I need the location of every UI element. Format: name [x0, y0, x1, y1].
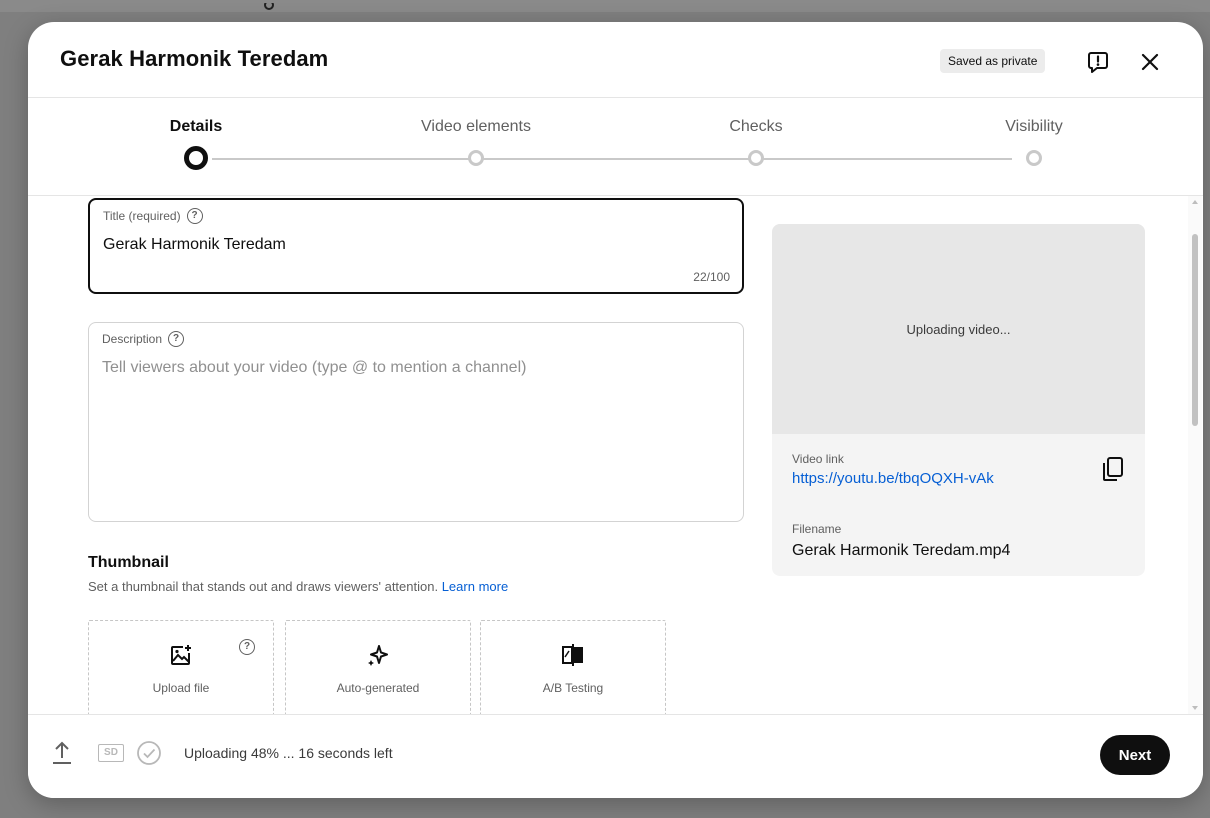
step-indicator: [468, 150, 484, 166]
step-indicator-active: [184, 146, 208, 170]
dialog-footer: SD Uploading 48% ... 16 seconds left Nex…: [28, 714, 1203, 798]
upload-stepper: Details Video elements Checks Visibility: [28, 98, 1203, 196]
dialog-header: Gerak Harmonik Teredam Saved as private: [28, 22, 1203, 98]
step-details[interactable]: Details: [96, 98, 296, 196]
copy-icon: [1103, 457, 1123, 481]
thumbnail-description: Set a thumbnail that stands out and draw…: [88, 579, 508, 594]
background-search-icon: [262, 0, 442, 10]
upload-preview-status: Uploading video...: [906, 321, 1011, 337]
thumbnail-ab-testing[interactable]: A/B Testing: [480, 620, 666, 714]
feedback-icon: [1088, 52, 1108, 73]
step-video-elements[interactable]: Video elements: [376, 98, 576, 196]
close-icon: [1141, 53, 1159, 71]
checks-complete-icon: [136, 740, 162, 771]
stepper-connector: [212, 158, 1012, 160]
saved-status-badge: Saved as private: [940, 49, 1046, 73]
filename-label: Filename: [792, 522, 842, 536]
upload-progress-text: Uploading 48% ... 16 seconds left: [184, 745, 393, 761]
help-icon[interactable]: ?: [186, 208, 203, 224]
feedback-button[interactable]: [1082, 46, 1114, 78]
step-label: Visibility: [1005, 118, 1063, 135]
description-label-text: Description: [102, 332, 163, 346]
thumbnail-auto-generated[interactable]: Auto-generated: [285, 620, 471, 714]
help-icon[interactable]: ?: [239, 639, 255, 655]
upload-icon[interactable]: [50, 739, 74, 770]
title-char-count: 22/100: [693, 270, 730, 284]
thumbnail-heading: Thumbnail: [88, 554, 169, 571]
description-input[interactable]: Tell viewers about your video (type @ to…: [102, 359, 526, 377]
video-link-label: Video link: [792, 452, 844, 466]
thumbnail-option-label: Upload file: [152, 681, 210, 695]
sd-quality-icon: SD: [98, 744, 124, 762]
copy-link-button[interactable]: [1098, 452, 1128, 486]
title-field[interactable]: Title (required) ? Gerak Harmonik Tereda…: [88, 198, 744, 294]
step-indicator: [1026, 150, 1042, 166]
thumbnail-upload-file[interactable]: ? Upload file: [88, 620, 274, 714]
thumbnail-description-text: Set a thumbnail that stands out and draw…: [88, 579, 439, 594]
step-visibility[interactable]: Visibility: [934, 98, 1134, 196]
thumbnail-option-label: Auto-generated: [336, 681, 420, 695]
step-label: Checks: [729, 118, 783, 135]
scroll-down-arrow[interactable]: [1192, 706, 1198, 710]
thumbnail-option-label: A/B Testing: [542, 681, 604, 695]
scroll-up-arrow[interactable]: [1192, 200, 1198, 204]
next-button[interactable]: Next: [1100, 735, 1170, 775]
step-indicator: [748, 150, 764, 166]
scrollbar-thumb[interactable]: [1192, 234, 1198, 426]
help-icon[interactable]: ?: [168, 331, 185, 347]
description-field-label: Description ?: [102, 331, 185, 347]
sparkle-icon: [366, 643, 390, 667]
step-label: Video elements: [421, 118, 531, 135]
close-button[interactable]: [1134, 46, 1166, 78]
content-scrollbar[interactable]: [1188, 196, 1202, 714]
step-checks[interactable]: Checks: [656, 98, 856, 196]
title-input[interactable]: Gerak Harmonik Teredam: [103, 236, 286, 254]
video-preview: Uploading video...: [772, 224, 1145, 434]
learn-more-link[interactable]: Learn more: [442, 579, 508, 594]
title-field-label: Title (required) ?: [103, 208, 203, 224]
description-field[interactable]: Description ? Tell viewers about your vi…: [88, 322, 744, 522]
ab-test-icon: [561, 643, 585, 667]
upload-dialog: Gerak Harmonik Teredam Saved as private …: [28, 22, 1203, 798]
filename-value: Gerak Harmonik Teredam.mp4: [792, 542, 1011, 559]
title-label-text: Title (required): [103, 209, 181, 223]
step-label: Details: [169, 118, 223, 135]
image-add-icon: [169, 643, 193, 667]
video-preview-card: Uploading video... Video link https://yo…: [772, 224, 1145, 576]
details-content: Title (required) ? Gerak Harmonik Tereda…: [28, 196, 1203, 714]
video-link[interactable]: https://youtu.be/tbqOQXH-vAk: [792, 470, 994, 487]
dialog-title: Gerak Harmonik Teredam: [60, 46, 329, 71]
background-page: [0, 0, 1210, 12]
